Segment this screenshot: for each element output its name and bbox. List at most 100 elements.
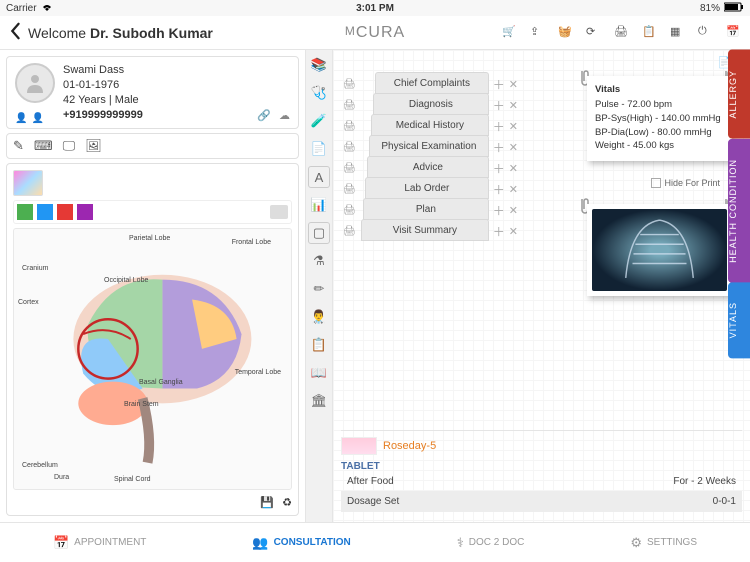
checkbox[interactable]: [651, 178, 661, 188]
add-icon[interactable]: ＋: [493, 202, 505, 219]
add-icon[interactable]: ＋: [493, 118, 505, 135]
print-icon[interactable]: 🖨: [343, 100, 357, 111]
thumbnail[interactable]: [13, 170, 43, 196]
swatch-red[interactable]: [57, 204, 73, 220]
label-parietal: Parietal Lobe: [129, 235, 170, 242]
xray-image: [592, 209, 727, 291]
tool-blank-icon[interactable]: ▢: [308, 222, 330, 244]
close-icon[interactable]: ✕: [509, 78, 518, 91]
image-icon[interactable]: 🖼: [85, 138, 102, 154]
label-cerebellum: Cerebellum: [22, 462, 58, 469]
tool-text-icon[interactable]: A: [308, 166, 330, 188]
swatch-green[interactable]: [17, 204, 33, 220]
section-row: 🖨 Diagnosis＋ ✕: [343, 95, 518, 115]
section-tab[interactable]: Medical History: [371, 114, 489, 136]
tool-clipboard-icon[interactable]: 📋: [308, 334, 330, 356]
tool-pencil-icon[interactable]: ✏: [308, 278, 330, 300]
avatar[interactable]: [15, 63, 55, 103]
back-button[interactable]: [8, 22, 22, 43]
print-icon[interactable]: 🖨: [343, 121, 357, 132]
edit-icon[interactable]: ✎: [13, 138, 24, 154]
add-icon[interactable]: ＋: [493, 139, 505, 156]
close-icon[interactable]: ✕: [509, 141, 518, 154]
link-icon[interactable]: 🔗: [257, 109, 271, 122]
add-icon[interactable]: ＋: [493, 181, 505, 198]
section-row: 🖨 Chief Complaints＋ ✕: [343, 74, 518, 94]
label-dura: Dura: [54, 474, 69, 481]
swatch-purple[interactable]: [77, 204, 93, 220]
discard-icon[interactable]: ♻: [282, 496, 292, 509]
add-icon[interactable]: ＋: [493, 160, 505, 177]
tab-allergy[interactable]: ALLERGY: [728, 50, 750, 139]
calendar-icon[interactable]: 📅: [726, 25, 742, 41]
rx-dosage-value: 0-0-1: [713, 496, 736, 507]
add-icon[interactable]: ＋: [493, 223, 505, 240]
swatch-blue[interactable]: [37, 204, 53, 220]
close-icon[interactable]: ✕: [509, 204, 518, 217]
close-icon[interactable]: ✕: [509, 99, 518, 112]
tool-chart-icon[interactable]: 📊: [308, 194, 330, 216]
calendar-icon: 📅: [53, 535, 69, 551]
tool-book-icon[interactable]: 📖: [308, 362, 330, 384]
print-icon[interactable]: 🖨: [614, 25, 630, 41]
close-icon[interactable]: ✕: [509, 120, 518, 133]
share-icon[interactable]: ☁: [279, 109, 290, 122]
section-row: 🖨 Advice＋ ✕: [343, 158, 518, 178]
status-bar: Carrier 3:01 PM 81%: [0, 0, 750, 16]
eraser-tool[interactable]: [270, 205, 288, 219]
clipboard-icon[interactable]: 📋: [642, 25, 658, 41]
add-icon[interactable]: ＋: [493, 76, 505, 93]
upload-icon[interactable]: ⇪: [530, 25, 546, 41]
cart-icon[interactable]: 🛒: [502, 25, 518, 41]
save-icon[interactable]: 💾: [260, 496, 274, 509]
tool-flask-icon[interactable]: ⚗: [308, 250, 330, 272]
person-dark-icon[interactable]: 👤: [31, 113, 43, 124]
close-icon[interactable]: ✕: [509, 183, 518, 196]
drug-name[interactable]: Roseday-5: [383, 440, 436, 452]
nav-consultation[interactable]: 👥 CONSULTATION: [252, 535, 350, 551]
label-occipital: Occipital Lobe: [104, 277, 148, 284]
grid-icon[interactable]: ▦: [670, 25, 686, 41]
monitor-icon[interactable]: 🖵: [63, 138, 76, 154]
print-icon[interactable]: 🖨: [343, 226, 357, 237]
sync-icon[interactable]: ⟳: [586, 25, 602, 41]
print-icon[interactable]: 🖨: [343, 184, 357, 195]
close-icon[interactable]: ✕: [509, 225, 518, 238]
add-icon[interactable]: ＋: [493, 97, 505, 114]
print-icon[interactable]: 🖨: [343, 142, 357, 153]
tool-books-icon[interactable]: 📚: [308, 54, 330, 76]
xray-attachment[interactable]: [587, 204, 732, 296]
section-tab[interactable]: Chief Complaints: [375, 72, 489, 94]
tab-health-condition[interactable]: HEALTH CONDITION: [728, 139, 750, 283]
section-tab[interactable]: Diagnosis: [373, 93, 489, 115]
print-icon[interactable]: 🖨: [343, 163, 357, 174]
tool-note-icon[interactable]: 📄: [308, 138, 330, 160]
patient-age-gender: 42 Years | Male: [63, 93, 143, 108]
hide-for-print[interactable]: Hide For Print: [651, 178, 720, 188]
tool-stetho-icon[interactable]: 🩺: [308, 82, 330, 104]
section-tab[interactable]: Lab Order: [365, 177, 489, 199]
tool-library-icon[interactable]: 🏛: [308, 390, 330, 412]
keyboard-icon[interactable]: ⌨: [34, 138, 53, 154]
tool-person-icon[interactable]: 👨‍⚕️: [308, 306, 330, 328]
section-tab[interactable]: Advice: [367, 156, 489, 178]
tab-vitals[interactable]: VITALS: [728, 282, 750, 358]
close-icon[interactable]: ✕: [509, 162, 518, 175]
label-cortex: Cortex: [18, 299, 39, 306]
person-icon[interactable]: 👤: [15, 113, 27, 124]
nav-appointment[interactable]: 📅 APPOINTMENT: [53, 535, 146, 551]
section-tabs: 🖨Chief Complaints＋✕🖨Diagnosis＋✕🖨Medical …: [343, 74, 518, 241]
tool-lab-icon[interactable]: 🧪: [308, 110, 330, 132]
drawing-canvas[interactable]: Parietal Lobe Frontal Lobe Cranium Corte…: [13, 228, 292, 490]
section-tab[interactable]: Visit Summary: [361, 219, 489, 241]
basket-icon[interactable]: 🧺: [558, 25, 574, 41]
nav-settings[interactable]: ⚙ SETTINGS: [630, 535, 697, 551]
section-tab[interactable]: Plan: [363, 198, 489, 220]
vitals-note[interactable]: Vitals Pulse - 72.00 bpm BP-Sys(High) - …: [587, 76, 732, 161]
nav-doc2doc[interactable]: ⚕ DOC 2 DOC: [457, 535, 525, 551]
vitals-bpdia: BP-Dia(Low) - 80.00 mmHg: [595, 126, 724, 140]
section-tab[interactable]: Physical Examination: [369, 135, 489, 157]
print-icon[interactable]: 🖨: [343, 79, 357, 90]
print-icon[interactable]: 🖨: [343, 205, 357, 216]
power-icon[interactable]: ⏻: [698, 25, 714, 41]
